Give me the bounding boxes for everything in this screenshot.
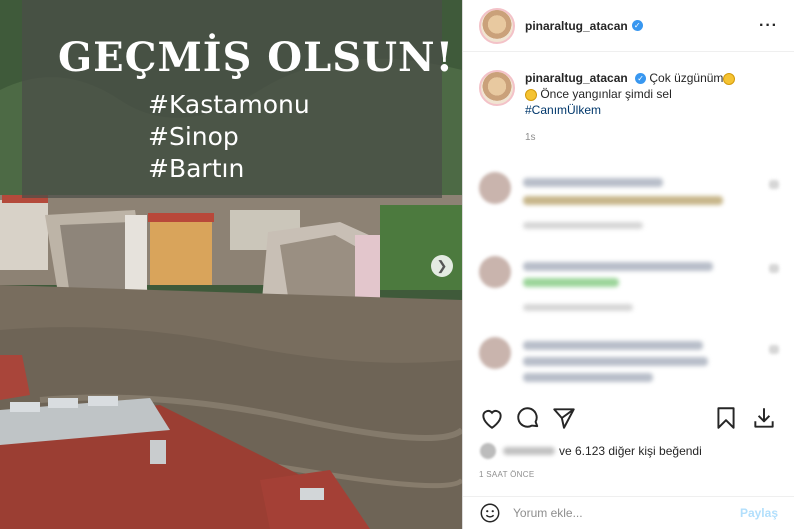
header-username[interactable]: pinaraltug_atacan [525,19,628,33]
blurred-comment-text [523,178,663,187]
bookmark-icon[interactable] [713,405,739,431]
overlay-tag-sinop: #Sinop [148,122,239,151]
share-icon[interactable] [551,405,577,431]
overlay-tag-kastamonu: #Kastamonu [148,90,310,119]
avatar[interactable] [479,7,515,44]
blurred-comment-text [523,278,619,287]
chevron-right-icon: ❯ [436,258,448,273]
caption-avatar[interactable] [479,70,515,106]
overlay-title: GEÇMİŞ OLSUN! [58,34,455,81]
emoji-icon[interactable] [479,502,501,524]
verified-badge-icon: ✓ [631,20,643,31]
comment-item [479,172,779,242]
comment-item [479,256,779,326]
comment-item [479,337,779,407]
caption-line-2: Önce yangınlar şimdi sel [540,87,672,101]
comment-avatar[interactable] [479,256,511,288]
blurred-liker-name [503,447,555,455]
caption-text: pinaraltug_atacan ✓ Çok üzgünüm Önce yan… [525,70,736,118]
blurred-comment-text [523,196,723,205]
comment-avatar[interactable] [479,337,511,369]
caption-username[interactable]: pinaraltug_atacan [525,71,628,85]
blurred-comment-text [523,373,653,382]
comment-like-icon[interactable] [769,345,779,354]
post-comment-button[interactable]: Paylaş [740,506,778,520]
next-image-button[interactable]: ❯ [431,255,453,277]
blurred-comment-meta [523,304,633,311]
blurred-comment-text [523,262,713,271]
comment-input[interactable] [513,506,740,520]
caption-time: 1s [525,132,536,143]
post-image[interactable]: GEÇMİŞ OLSUN! #Kastamonu #Sinop #Bartın … [0,0,462,529]
liker-avatar [479,442,497,460]
post-header: pinaraltug_atacan ✓ ··· [463,0,794,52]
blurred-comment-text [523,341,703,350]
sad-face-emoji-icon [723,72,736,85]
add-comment-bar: Paylaş [463,496,794,529]
likes-text[interactable]: ve 6.123 diğer kişi beğendi [559,444,702,458]
blurred-comment-text [523,357,708,366]
comment-icon[interactable] [515,405,541,431]
download-icon[interactable] [751,405,777,431]
overlay-tag-bartin: #Bartın [148,154,245,183]
likes-summary[interactable]: ve 6.123 diğer kişi beğendi [479,442,702,460]
more-horizontal-icon[interactable]: ··· [759,17,778,35]
caption: pinaraltug_atacan ✓ Çok üzgünüm Önce yan… [463,52,794,118]
blurred-comment-meta [523,222,643,229]
hashtag-link[interactable]: #CanımÜlkem [525,103,601,117]
comment-avatar[interactable] [479,172,511,204]
post-sidebar: pinaraltug_atacan ✓ ··· pinaraltug_ataca… [462,0,794,529]
caption-line-1: Çok üzgünüm [649,71,724,85]
heart-icon[interactable] [479,405,505,431]
comment-like-icon[interactable] [769,264,779,273]
post-timestamp: 1 SAAT ÖNCE [479,470,535,479]
sad-face-emoji-icon [525,88,537,101]
action-bar [479,405,778,435]
verified-badge-icon: ✓ [635,73,647,85]
comment-like-icon[interactable] [769,180,779,189]
